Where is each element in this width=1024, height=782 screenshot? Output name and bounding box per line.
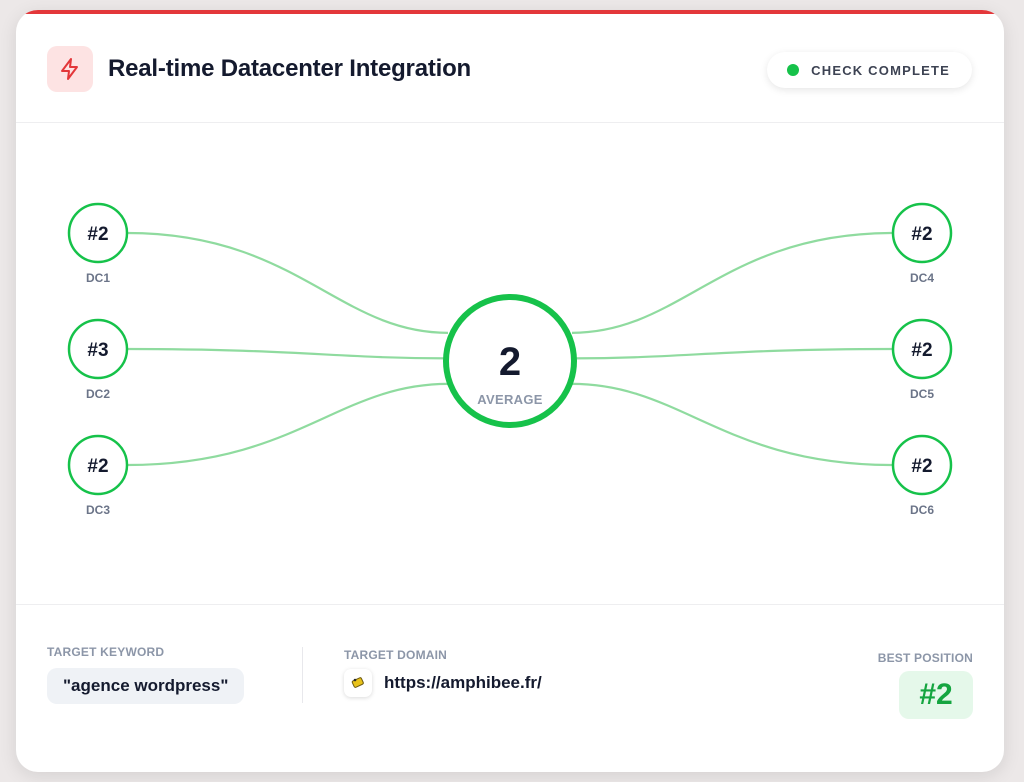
keyword-label: TARGET KEYWORD — [47, 645, 165, 659]
connection-line — [571, 231, 894, 334]
status-dot-icon — [787, 64, 800, 76]
node-label: DC6 — [910, 503, 934, 517]
domain-link[interactable]: https://amphibee.fr/ — [384, 673, 542, 693]
page-title: Real-time Datacenter Integration — [108, 55, 472, 82]
node-rank: #3 — [87, 340, 108, 361]
node-rank: #2 — [911, 340, 932, 361]
card-header: Real-time Datacenter Integration CHECK C… — [16, 14, 1004, 123]
best-position-label: BEST POSITION — [877, 651, 973, 665]
datacenter-card: Real-time Datacenter Integration CHECK C… — [16, 10, 1004, 772]
keyword-value: "agence wordpress" — [47, 668, 245, 704]
node-label: DC5 — [910, 387, 934, 401]
datacenter-node-dc2[interactable]: #3 DC2 — [67, 318, 129, 401]
datacenter-node-dc3[interactable]: #2 DC3 — [67, 434, 129, 517]
node-rank: #2 — [911, 224, 932, 245]
datacenter-node-dc5[interactable]: #2 DC5 — [891, 318, 953, 401]
best-position-badge: #2 — [899, 671, 973, 719]
datacenter-node-dc1[interactable]: #2 DC1 — [67, 202, 129, 285]
datacenter-node-dc4[interactable]: #2 DC4 — [891, 202, 953, 285]
footer-divider — [302, 647, 303, 703]
node-label: DC3 — [86, 503, 110, 517]
connection-line — [126, 347, 449, 360]
domain-label: TARGET DOMAIN — [344, 648, 448, 662]
connection-line — [126, 231, 449, 334]
connection-line — [571, 347, 894, 360]
connection-line — [126, 382, 449, 467]
node-label: DC2 — [86, 387, 110, 401]
node-rank: #2 — [87, 456, 108, 477]
node-label: DC4 — [910, 271, 934, 285]
connection-line — [571, 382, 894, 467]
node-label: DC1 — [86, 271, 110, 285]
lightning-bolt-icon — [47, 46, 93, 92]
node-rank: #2 — [87, 224, 108, 245]
average-label: AVERAGE — [477, 392, 542, 407]
datacenter-node-dc6[interactable]: #2 DC6 — [891, 434, 953, 517]
domain-row: https://amphibee.fr/ — [344, 669, 542, 697]
site-favicon-icon — [344, 669, 372, 697]
status-badge: CHECK COMPLETE — [767, 52, 972, 88]
card-footer: TARGET KEYWORD "agence wordpress" TARGET… — [16, 604, 1004, 772]
network-graph: #2 DC1 #3 DC2 #2 DC3 #2 DC4 #2 DC5 #2 DC6 2 AVERAGE — [67, 202, 953, 517]
status-text: CHECK COMPLETE — [811, 62, 950, 78]
average-value: 2 — [499, 340, 521, 384]
datacenter-network: #2 DC1 #3 DC2 #2 DC3 #2 DC4 #2 DC5 #2 DC6 2 AVERAGE — [16, 123, 1004, 603]
node-rank: #2 — [911, 456, 932, 477]
average-node: 2 AVERAGE — [443, 294, 577, 428]
